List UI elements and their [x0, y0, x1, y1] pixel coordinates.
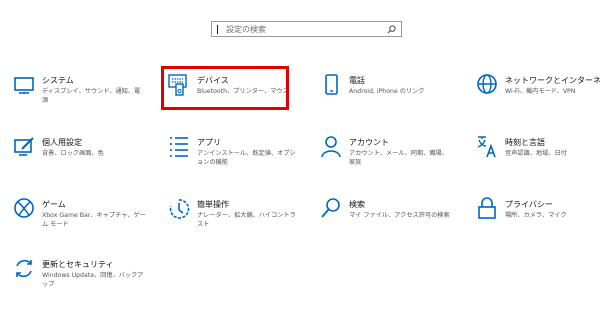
- setting-description: 背景、ロック画面、色: [42, 150, 104, 157]
- setting-title: 電話: [349, 76, 365, 85]
- setting-title: ネットワークとインターネット: [505, 76, 600, 85]
- globe-icon: [477, 74, 497, 94]
- personalization-icon: [14, 137, 34, 156]
- setting-description: Windows Update、回復、バックアップ: [42, 272, 144, 288]
- setting-title: 検索: [349, 200, 365, 209]
- setting-description: Android, iPhone のリンク: [349, 88, 425, 95]
- setting-phone[interactable]: 電話 Android, iPhone のリンク: [320, 73, 460, 121]
- setting-description: ディスプレイ、サウンド、通知、電源: [42, 88, 141, 104]
- apps-list-icon: [170, 137, 188, 157]
- xbox-icon: [14, 198, 34, 218]
- setting-time-language[interactable]: 時刻と言語 音声認識、地域、日付: [476, 135, 600, 183]
- setting-network[interactable]: ネットワークとインターネット Wi-Fi、機内モード、VPN: [476, 73, 600, 121]
- person-icon: [321, 136, 341, 158]
- setting-privacy[interactable]: プライバシー 場所、カメラ、マイク: [476, 197, 600, 245]
- setting-title: 個人用設定: [42, 138, 82, 147]
- settings-search-box[interactable]: 設定の検索: [211, 21, 402, 37]
- setting-description: 音声認識、地域、日付: [505, 150, 567, 157]
- ease-of-access-icon: [169, 199, 190, 219]
- setting-title: ゲーム: [42, 200, 66, 209]
- setting-description: ナレーター、拡大鏡、ハイコントラスト: [197, 212, 296, 228]
- setting-description: アカウント、メール、同期、職場、家族: [349, 150, 448, 166]
- setting-title: アカウント: [349, 138, 389, 147]
- update-icon: [16, 259, 32, 278]
- phone-icon: [325, 74, 338, 95]
- setting-personalization[interactable]: 個人用設定 背景、ロック画面、色: [13, 135, 153, 183]
- setting-description: Xbox Game Bar、キャプチャ、ゲーム モード: [42, 212, 146, 228]
- setting-update-security[interactable]: 更新とセキュリティ Windows Update、回復、バックアップ: [13, 257, 153, 305]
- setting-description: アンインストール、既定値、オプションの機能: [197, 150, 296, 166]
- setting-description: Wi-Fi、機内モード、VPN: [505, 88, 576, 95]
- monitor-icon: [14, 77, 34, 94]
- text-caret: [217, 25, 218, 34]
- setting-title: 更新とセキュリティ: [42, 260, 114, 269]
- setting-title: 簡単操作: [197, 200, 229, 209]
- search-placeholder: 設定の検索: [226, 24, 266, 34]
- setting-search[interactable]: 検索 マイ ファイル、アクセス許可の検索: [320, 197, 460, 245]
- setting-title: アプリ: [197, 138, 221, 147]
- time-language-icon: [477, 136, 496, 158]
- setting-title: システム: [42, 76, 74, 85]
- setting-system[interactable]: システム ディスプレイ、サウンド、通知、電源: [13, 73, 153, 121]
- setting-title: プライバシー: [505, 200, 553, 209]
- setting-description: 場所、カメラ、マイク: [505, 212, 567, 219]
- lock-icon: [478, 197, 496, 219]
- setting-ease-of-access[interactable]: 簡単操作 ナレーター、拡大鏡、ハイコントラスト: [168, 197, 308, 245]
- search-icon: [321, 198, 340, 218]
- search-box-icon: [387, 25, 396, 34]
- setting-description: マイ ファイル、アクセス許可の検索: [349, 212, 450, 219]
- devices-highlight-frame: [161, 66, 289, 110]
- setting-accounts[interactable]: アカウント アカウント、メール、同期、職場、家族: [320, 135, 460, 183]
- setting-apps[interactable]: アプリ アンインストール、既定値、オプションの機能: [168, 135, 308, 183]
- setting-title: 時刻と言語: [505, 138, 545, 147]
- setting-gaming[interactable]: ゲーム Xbox Game Bar、キャプチャ、ゲーム モード: [13, 197, 153, 245]
